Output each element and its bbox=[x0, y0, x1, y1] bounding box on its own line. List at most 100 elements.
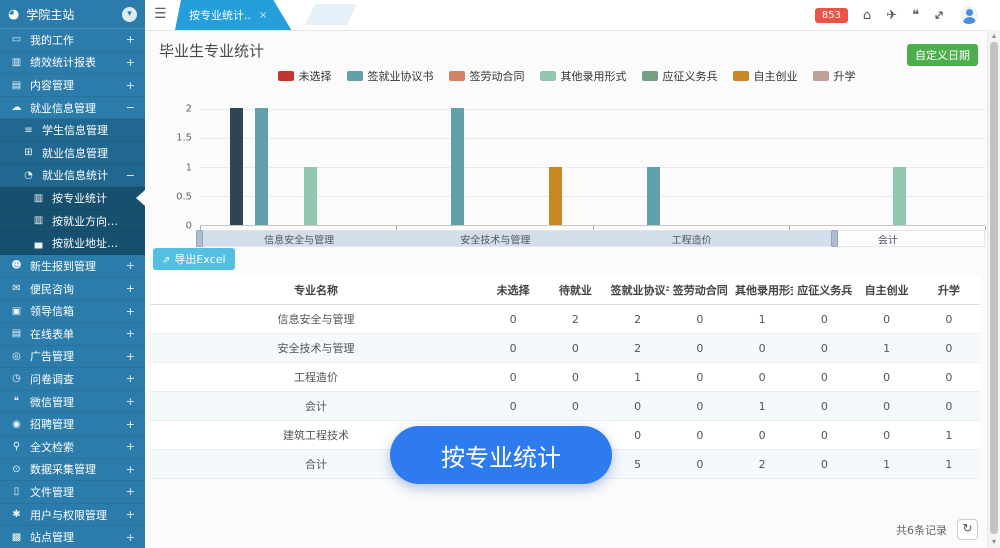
sidebar-item-label: 新生报到管理 bbox=[30, 258, 96, 274]
chevron-down-icon[interactable]: ▾ bbox=[122, 7, 137, 22]
wechat-icon: ❝ bbox=[10, 396, 23, 407]
sidebar-item-12[interactable]: ▣领导信箱+ bbox=[0, 300, 145, 323]
sidebar-item-0[interactable]: ▭我的工作+ bbox=[0, 29, 145, 52]
sidebar-item-9[interactable]: ▄按就业地址统计 bbox=[0, 232, 145, 255]
gridline bbox=[200, 196, 985, 197]
sidebar-item-2[interactable]: ▤内容管理+ bbox=[0, 74, 145, 97]
sidebar-item-label: 在线表单 bbox=[30, 326, 74, 342]
file-icon: ▯ bbox=[10, 486, 23, 497]
expand-icon[interactable]: ↔ bbox=[931, 7, 948, 24]
sidebar-item-22[interactable]: ▩站点管理+ bbox=[0, 526, 145, 548]
legend-swatch bbox=[540, 71, 556, 81]
survey-icon: ◷ bbox=[10, 373, 23, 384]
export-excel-button[interactable]: ⇗导出Excel bbox=[153, 248, 235, 270]
legend-item[interactable]: 应征义务兵 bbox=[642, 68, 718, 84]
user-avatar[interactable] bbox=[960, 6, 978, 24]
x-axis-label: 安全技术与管理 bbox=[460, 231, 530, 246]
home-icon[interactable]: ⌂ bbox=[863, 9, 871, 22]
refresh-icon[interactable]: ↻ bbox=[957, 519, 978, 540]
sidebar-item-label: 文件管理 bbox=[30, 484, 74, 500]
x-axis-tick bbox=[985, 226, 986, 230]
sidebar-item-10[interactable]: ☻新生报到管理+ bbox=[0, 255, 145, 278]
table-cell: 1 bbox=[731, 305, 793, 334]
table-cell: 0 bbox=[669, 450, 731, 479]
sidebar-item-20[interactable]: ▯文件管理+ bbox=[0, 481, 145, 504]
bar-其他录用形式-会计 bbox=[893, 167, 906, 226]
legend-label: 未选择 bbox=[299, 68, 332, 84]
export-icon: ⇗ bbox=[162, 255, 170, 266]
x-axis-label: 信息安全与管理 bbox=[264, 231, 334, 246]
table-header-cell: 升学 bbox=[918, 276, 980, 305]
menu-toggle-icon[interactable]: ☰ bbox=[154, 6, 167, 22]
custom-date-button[interactable]: 自定义日期 bbox=[907, 44, 978, 66]
topbar-actions: 853 ⌂ ✈ ❝ ↔ bbox=[815, 0, 978, 30]
sidebar-item-4[interactable]: ≡学生信息管理 bbox=[0, 119, 145, 142]
legend-item[interactable]: 升学 bbox=[813, 68, 856, 84]
legend-item[interactable]: 签就业协议书 bbox=[347, 68, 434, 84]
envelope-icon: ✉ bbox=[10, 283, 23, 294]
table-cell: 0 bbox=[918, 305, 980, 334]
table-cell: 0 bbox=[856, 392, 918, 421]
scroll-up-icon[interactable]: ▴ bbox=[988, 31, 1000, 41]
sidebar-item-label: 广告管理 bbox=[30, 348, 74, 364]
sidebar-item-11[interactable]: ✉便民咨询+ bbox=[0, 278, 145, 301]
datazoom-handle-left[interactable] bbox=[196, 230, 203, 247]
toggle-indicator: + bbox=[126, 350, 135, 363]
table-cell: 0 bbox=[793, 450, 855, 479]
table-cell: 0 bbox=[544, 392, 606, 421]
scrollbar-thumb[interactable] bbox=[990, 42, 998, 534]
sidebar-item-15[interactable]: ◷问卷调查+ bbox=[0, 368, 145, 391]
sidebar-header[interactable]: ◕ 学院主站 ▾ bbox=[0, 0, 145, 29]
sidebar-item-label: 就业信息管理 bbox=[42, 145, 108, 161]
send-icon[interactable]: ✈ bbox=[886, 9, 897, 22]
sidebar-item-6[interactable]: ◔就业信息统计− bbox=[0, 165, 145, 188]
gridline bbox=[200, 138, 985, 139]
comments-icon[interactable]: ❝ bbox=[912, 9, 919, 22]
bar-chart-icon: ▥ bbox=[32, 215, 45, 226]
sidebar-item-3[interactable]: ☁就业信息管理− bbox=[0, 97, 145, 120]
table-cell: 安全技术与管理 bbox=[150, 334, 482, 363]
by-major-stats-overlay-button[interactable]: 按专业统计 bbox=[390, 426, 612, 484]
cloud-icon: ☁ bbox=[10, 102, 23, 113]
sidebar-item-5[interactable]: ⊞ 就业信息管理 bbox=[0, 142, 145, 165]
sidebar-item-14[interactable]: ◎广告管理+ bbox=[0, 346, 145, 369]
notification-badge[interactable]: 853 bbox=[815, 8, 848, 23]
close-icon[interactable]: × bbox=[259, 10, 267, 21]
sidebar-item-8[interactable]: ▥按就业方向统计 bbox=[0, 210, 145, 233]
table-header-cell: 专业名称 bbox=[150, 276, 482, 305]
table-row: 安全技术与管理00200010 bbox=[150, 334, 980, 363]
datazoom-slider[interactable]: 信息安全与管理安全技术与管理工程造价会计 bbox=[196, 230, 985, 247]
sidebar-item-16[interactable]: ❝微信管理+ bbox=[0, 391, 145, 414]
grid-icon: ⊞ bbox=[22, 147, 35, 158]
datazoom-handle-right[interactable] bbox=[831, 230, 838, 247]
table-cell: 2 bbox=[544, 305, 606, 334]
legend-item[interactable]: 自主创业 bbox=[733, 68, 798, 84]
legend-item[interactable]: 其他录用形式 bbox=[540, 68, 627, 84]
bar-自主创业-安全技术与管理 bbox=[549, 167, 562, 226]
site-icon: ▩ bbox=[10, 532, 23, 543]
legend-item[interactable]: 签劳动合同 bbox=[449, 68, 525, 84]
vertical-scrollbar[interactable]: ▴ ▾ bbox=[987, 30, 1000, 548]
scroll-down-icon[interactable]: ▾ bbox=[988, 537, 1000, 547]
site-title: 学院主站 bbox=[26, 6, 115, 23]
tab-by-major-stats[interactable]: 按专业统计.. × bbox=[175, 0, 291, 30]
sidebar-item-label: 数据采集管理 bbox=[30, 461, 96, 477]
legend-label: 签就业协议书 bbox=[368, 68, 434, 84]
toggle-indicator: + bbox=[126, 440, 135, 453]
table-cell: 0 bbox=[918, 363, 980, 392]
sidebar-item-19[interactable]: ⊙数据采集管理+ bbox=[0, 459, 145, 482]
toggle-indicator: + bbox=[126, 372, 135, 385]
table-cell: 0 bbox=[793, 392, 855, 421]
sidebar-item-18[interactable]: ⚲全文检索+ bbox=[0, 436, 145, 459]
legend-label: 自主创业 bbox=[754, 68, 798, 84]
legend-item[interactable]: 未选择 bbox=[278, 68, 332, 84]
table-cell: 0 bbox=[607, 421, 669, 450]
sidebar-item-21[interactable]: ✱用户与权限管理+ bbox=[0, 504, 145, 527]
table-header-cell: 签就业协议书 bbox=[607, 276, 669, 305]
sidebar-item-13[interactable]: ▤在线表单+ bbox=[0, 323, 145, 346]
table-cell: 2 bbox=[607, 334, 669, 363]
sidebar-item-7[interactable]: ▥按专业统计 bbox=[0, 187, 145, 210]
sidebar-item-1[interactable]: ▥绩效统计报表+ bbox=[0, 52, 145, 75]
x-axis-label: 工程造价 bbox=[672, 231, 712, 246]
sidebar-item-17[interactable]: ◉招聘管理+ bbox=[0, 413, 145, 436]
